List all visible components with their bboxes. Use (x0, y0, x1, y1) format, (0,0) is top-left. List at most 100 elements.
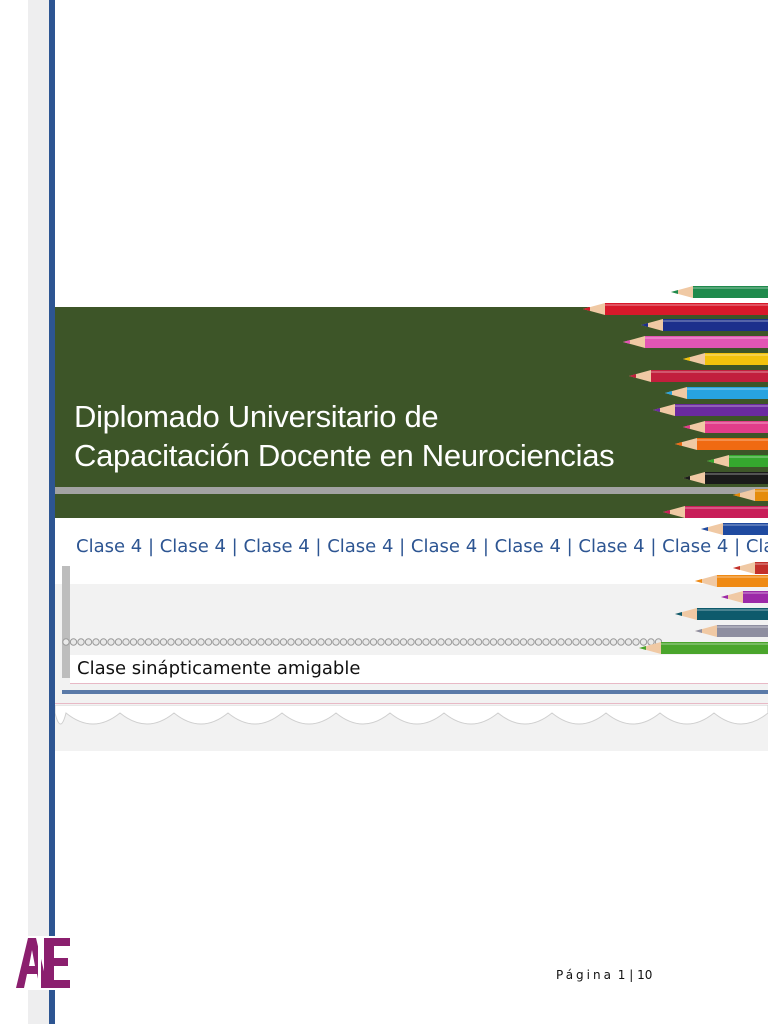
bead (107, 638, 115, 646)
bead (317, 638, 325, 646)
bead (467, 638, 475, 646)
bead (444, 638, 453, 646)
bead-border-decoration (62, 638, 662, 646)
pencil (733, 489, 768, 501)
bead (69, 638, 78, 646)
bead (534, 638, 543, 646)
bead (324, 638, 333, 646)
page-total: 10 (637, 968, 653, 982)
page-separator: | (629, 968, 634, 982)
bead (227, 638, 235, 646)
bead (399, 638, 408, 646)
bead (572, 638, 580, 646)
pencil (639, 642, 768, 654)
bead (392, 638, 400, 646)
pencil (583, 303, 768, 315)
bead (212, 638, 220, 646)
bead (504, 638, 513, 646)
bead (474, 638, 483, 646)
pencil (683, 421, 768, 433)
bead (264, 638, 273, 646)
bead (99, 638, 108, 646)
bead (182, 638, 190, 646)
pencil (733, 562, 768, 574)
pencil (671, 286, 768, 298)
subtitle-accent-bar (62, 566, 70, 678)
ae-logo (14, 936, 72, 990)
bead (452, 638, 460, 646)
bead (512, 638, 520, 646)
scallop-top-line (55, 703, 768, 704)
bead (347, 638, 355, 646)
bead (279, 638, 288, 646)
bead (189, 638, 198, 646)
page-number: 1 (617, 968, 626, 982)
pencil (695, 625, 768, 637)
bead (77, 638, 85, 646)
bead (152, 638, 160, 646)
section-divider-blue (62, 690, 768, 694)
pencil (665, 387, 768, 399)
bead (92, 638, 100, 646)
bead (129, 638, 138, 646)
pencil (641, 319, 768, 331)
pencil (663, 506, 768, 518)
bead (159, 638, 168, 646)
bead (429, 638, 438, 646)
pencil (707, 455, 768, 467)
bead (309, 638, 318, 646)
bead (167, 638, 175, 646)
bead (557, 638, 565, 646)
pencil (653, 404, 768, 416)
bead (377, 638, 385, 646)
bead (302, 638, 310, 646)
pencil (623, 336, 768, 348)
page-label: Página (556, 968, 614, 982)
bead (497, 638, 505, 646)
pencil (683, 353, 768, 365)
bead (257, 638, 265, 646)
pencil (721, 591, 768, 603)
bead (287, 638, 295, 646)
bead (114, 638, 123, 646)
pencil (629, 370, 768, 382)
left-margin-strip (28, 0, 49, 1024)
subtitle-underline (70, 683, 768, 684)
document-subtitle: Clase sinápticamente amigable (77, 658, 361, 679)
bead (332, 638, 340, 646)
pencil (683, 472, 768, 484)
bead (422, 638, 430, 646)
bead (62, 638, 70, 646)
bead (144, 638, 153, 646)
bead (339, 638, 348, 646)
bead (459, 638, 468, 646)
bead (542, 638, 550, 646)
scallop-border-decoration (55, 705, 768, 725)
bead (369, 638, 378, 646)
bead (354, 638, 363, 646)
bead (437, 638, 445, 646)
bead (489, 638, 498, 646)
pencil (695, 575, 768, 587)
bead (564, 638, 573, 646)
bead (519, 638, 528, 646)
bead (527, 638, 535, 646)
bead (84, 638, 93, 646)
page-footer: Página 1 | 10 (556, 968, 652, 982)
bead (219, 638, 228, 646)
bead (482, 638, 490, 646)
bead (242, 638, 250, 646)
bead (362, 638, 370, 646)
bead (249, 638, 258, 646)
bead (294, 638, 303, 646)
bead (122, 638, 130, 646)
colored-pencils-illustration (583, 286, 768, 654)
bead (204, 638, 213, 646)
bead (272, 638, 280, 646)
pencil (675, 438, 768, 450)
bead (549, 638, 558, 646)
bead (234, 638, 243, 646)
bead (137, 638, 145, 646)
pencil (701, 523, 768, 535)
pencil (675, 608, 768, 620)
